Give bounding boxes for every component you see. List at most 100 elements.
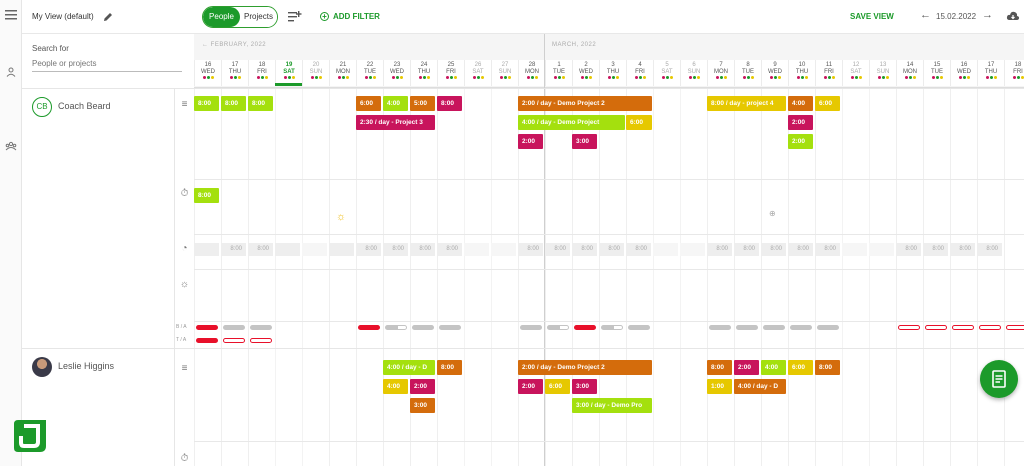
view-selector[interactable]: My View (default) — [32, 12, 94, 21]
day-header[interactable]: 10 THU — [788, 60, 815, 86]
menu-icon[interactable] — [4, 9, 18, 23]
booking[interactable]: 4:00 — [383, 379, 408, 394]
allocation-pill[interactable] — [763, 325, 785, 330]
booking[interactable]: 6:00 — [626, 115, 652, 130]
booking[interactable]: 4:00 — [761, 360, 786, 375]
allocation-pill[interactable] — [817, 325, 839, 330]
booking[interactable]: 2:00 / day - Demo Project 2 — [518, 360, 652, 375]
team-icon[interactable] — [4, 140, 18, 154]
day-header[interactable]: 1 TUE — [545, 60, 572, 86]
booking[interactable]: 2:00 — [518, 134, 543, 149]
booking[interactable]: 2:00 — [410, 379, 435, 394]
day-header[interactable]: 17 THU — [977, 60, 1004, 86]
booking[interactable]: 8:00 — [221, 96, 246, 111]
booking[interactable]: 2:00 — [788, 134, 813, 149]
booking[interactable]: 8:00 — [437, 360, 462, 375]
booking[interactable]: 2:00 — [788, 115, 813, 130]
arrow-left-icon[interactable]: ← — [920, 9, 931, 21]
avatar[interactable]: CB — [32, 97, 52, 117]
booking[interactable]: 3:00 / day - Demo Pro — [572, 398, 652, 413]
booking[interactable]: 6:00 — [815, 96, 840, 111]
booking[interactable]: 8:00 — [248, 96, 273, 111]
allocation-pill[interactable] — [358, 325, 380, 330]
booking[interactable]: 2:00 — [734, 360, 759, 375]
allocation-pill[interactable] — [412, 325, 434, 330]
allocation-pill[interactable] — [952, 325, 974, 330]
booking[interactable]: 2:30 / day - Project 3 — [356, 115, 435, 130]
booking[interactable]: 6:00 — [356, 96, 381, 111]
day-header[interactable]: 6 SUN — [680, 60, 707, 86]
time-entry[interactable]: 8:00 — [194, 188, 219, 203]
allocation-pill[interactable] — [898, 325, 920, 330]
day-header[interactable]: 4 FRI — [626, 60, 653, 86]
allocation-pill[interactable] — [385, 325, 407, 330]
booking[interactable]: 8:00 — [707, 360, 732, 375]
toggle-projects[interactable]: Projects — [240, 7, 277, 27]
booking[interactable]: 5:00 — [410, 96, 435, 111]
allocation-pill[interactable] — [439, 325, 461, 330]
day-header[interactable]: 20 SUN — [302, 60, 329, 86]
add-entry-icon[interactable]: ⊕ — [769, 209, 776, 218]
allocation-pill[interactable] — [736, 325, 758, 330]
allocation-pill[interactable] — [628, 325, 650, 330]
day-header[interactable]: 16 WED — [950, 60, 977, 86]
avatar[interactable] — [32, 357, 52, 377]
allocation-pill[interactable] — [574, 325, 596, 330]
save-view-button[interactable]: SAVE VIEW — [850, 12, 894, 21]
current-date[interactable]: 15.02.2022 — [936, 12, 976, 21]
allocation-pill[interactable] — [196, 325, 218, 330]
booking[interactable]: 3:00 — [572, 379, 597, 394]
booking[interactable]: 4:00 / day - D — [383, 360, 435, 375]
booking[interactable]: 4:00 — [383, 96, 408, 111]
booking[interactable]: 8:00 — [437, 96, 462, 111]
booking[interactable]: 3:00 — [410, 398, 435, 413]
day-header[interactable]: 5 SAT — [653, 60, 680, 86]
allocation-pill[interactable] — [250, 325, 272, 330]
booking[interactable]: 6:00 — [545, 379, 570, 394]
day-header[interactable]: 14 MON — [896, 60, 923, 86]
booking[interactable]: 4:00 / day - D — [734, 379, 786, 394]
day-header[interactable]: 28 MON — [518, 60, 545, 86]
day-header[interactable]: 12 SAT — [842, 60, 869, 86]
pencil-icon[interactable] — [102, 10, 114, 22]
allocation-pill[interactable] — [250, 338, 272, 343]
day-header[interactable]: 22 TUE — [356, 60, 383, 86]
allocation-pill[interactable] — [790, 325, 812, 330]
day-header[interactable]: 16 WED — [194, 60, 221, 86]
toggle-people[interactable]: People — [203, 7, 240, 27]
day-header[interactable]: 8 TUE — [734, 60, 761, 86]
allocation-pill[interactable] — [709, 325, 731, 330]
day-header[interactable]: 27 SUN — [491, 60, 518, 86]
day-header[interactable]: 7 MON — [707, 60, 734, 86]
day-header[interactable]: 9 WED — [761, 60, 788, 86]
allocation-pill[interactable] — [223, 325, 245, 330]
allocation-pill[interactable] — [979, 325, 1001, 330]
allocation-pill[interactable] — [196, 338, 218, 343]
booking[interactable]: 3:00 — [572, 134, 597, 149]
booking[interactable]: 6:00 — [788, 360, 813, 375]
day-header[interactable]: 25 FRI — [437, 60, 464, 86]
booking[interactable]: 8:00 — [815, 360, 840, 375]
booking[interactable]: 1:00 — [707, 379, 732, 394]
add-filter-button[interactable]: + ADD FILTER — [320, 12, 380, 21]
booking[interactable]: 2:00 / day - Demo Project 2 — [518, 96, 652, 111]
day-header[interactable]: 18 FRI — [248, 60, 275, 86]
person-name[interactable]: Leslie Higgins — [58, 361, 114, 371]
day-header[interactable]: 3 THU — [599, 60, 626, 86]
allocation-pill[interactable] — [547, 325, 569, 330]
booking[interactable]: 4:00 — [788, 96, 813, 111]
allocation-pill[interactable] — [601, 325, 623, 330]
timesheet-fab-button[interactable] — [980, 360, 1018, 398]
day-header[interactable]: 21 MON — [329, 60, 356, 86]
day-header[interactable]: 17 THU — [221, 60, 248, 86]
booking[interactable]: 8:00 / day - project 4 — [707, 96, 786, 111]
search-input[interactable] — [32, 56, 182, 72]
day-header[interactable]: 24 THU — [410, 60, 437, 86]
booking[interactable]: 2:00 — [518, 379, 543, 394]
day-header[interactable]: 11 FRI — [815, 60, 842, 86]
allocation-pill[interactable] — [223, 338, 245, 343]
day-header[interactable]: 23 WED — [383, 60, 410, 86]
day-header[interactable]: 26 SAT — [464, 60, 491, 86]
booking[interactable]: 8:00 — [194, 96, 219, 111]
booking[interactable]: 4:00 / day - Demo Project — [518, 115, 625, 130]
